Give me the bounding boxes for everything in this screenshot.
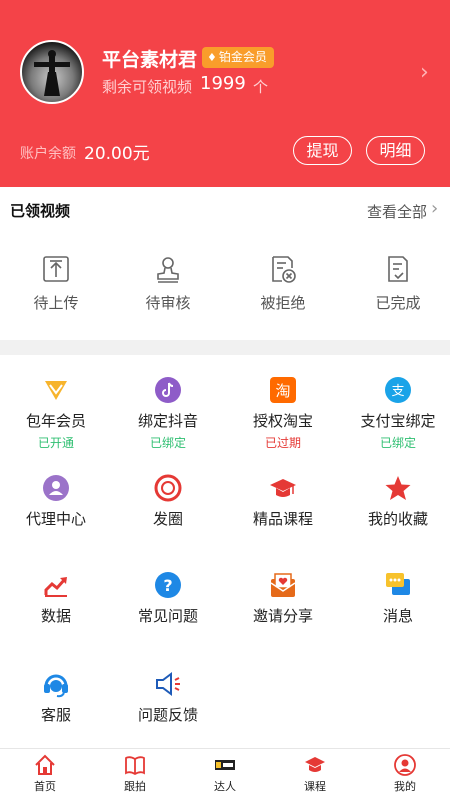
talent-icon [215,760,235,770]
status-completed[interactable]: 已完成 [342,254,450,313]
username: 平台素材君 [102,49,198,71]
status-rejected[interactable]: 被拒绝 [227,254,339,313]
vip-crown-icon [45,381,67,400]
vip-badge-label: 铂金会员 [218,50,267,64]
feature-messages[interactable]: 消息 [342,571,450,626]
bottom-nav: 首页 跟拍 达人 课程 我的 [0,748,450,800]
status-pending-upload[interactable]: 待上传 [0,254,112,313]
feature-bind-alipay[interactable]: 支 支付宝绑定 已绑定 [342,376,450,451]
feature-label: 支付宝绑定 [360,412,436,430]
chevron-right-icon[interactable]: › [431,198,438,219]
home-icon [35,754,55,775]
feature-data[interactable]: 数据 [0,571,112,626]
book-icon [125,756,145,776]
feature-label: 发圈 [152,510,183,528]
status-label: 待上传 [33,294,79,312]
agent-icon [43,475,69,501]
feature-label: 包年会员 [25,412,86,430]
feature-status: 已绑定 [379,436,416,450]
headset-icon [44,674,68,698]
feature-label: 数据 [40,607,71,625]
withdraw-button[interactable]: 提现 [293,136,352,165]
status-label: 已完成 [375,294,421,312]
feature-label: 消息 [382,607,413,625]
svg-text:淘: 淘 [275,382,290,400]
feature-moments[interactable]: 发圈 [112,474,224,529]
upload-icon [43,256,69,282]
nav-label: 课程 [304,780,326,793]
feature-status: 已过期 [264,436,301,450]
profile-page: 平台素材君 ♦ 铂金会员 剩余可领视频 1999 个 › 账户余额 20.00元… [0,0,450,800]
invite-mail-icon [270,573,296,597]
status-pending-review[interactable]: 待审核 [112,254,224,313]
remaining-unit: 个 [253,78,269,96]
nav-label: 我的 [394,780,416,793]
stamp-icon [157,257,179,283]
feature-status: 已开通 [37,436,74,450]
detail-button[interactable]: 明细 [366,136,425,165]
question-icon: ? [155,572,181,598]
feature-authorize-taobao[interactable]: 淘 授权淘宝 已过期 [227,376,339,451]
feature-label: 精品课程 [252,510,313,528]
feature-label: 代理中心 [25,510,86,528]
nav-courses[interactable]: 课程 [270,749,360,800]
feature-label: 客服 [40,706,71,724]
completed-doc-icon [388,256,408,282]
chevron-right-icon[interactable]: › [420,60,429,85]
feature-faq[interactable]: ? 常见问题 [112,571,224,626]
star-icon [385,476,411,500]
message-icon [386,573,410,595]
svg-text:?: ? [163,576,172,595]
feature-label: 邀请分享 [252,607,313,625]
status-label: 待审核 [145,294,191,312]
status-label: 被拒绝 [260,294,306,312]
alipay-icon: 支 [385,377,411,403]
nav-label: 跟拍 [124,780,146,793]
feature-invite-share[interactable]: 邀请分享 [227,571,339,626]
profile-icon [394,754,416,776]
feature-bind-douyin[interactable]: 绑定抖音 已绑定 [112,376,224,451]
nav-label: 达人 [214,780,236,793]
feature-label: 授权淘宝 [252,412,313,430]
feature-label: 绑定抖音 [137,412,198,430]
feature-premium-courses[interactable]: 精品课程 [227,474,339,529]
profile-header: 平台素材君 ♦ 铂金会员 剩余可领视频 1999 个 › 账户余额 20.00元… [0,0,450,187]
feature-label: 问题反馈 [137,706,198,724]
rejected-doc-icon [272,256,296,283]
douyin-icon [155,377,181,403]
view-all-link[interactable]: 查看全部 [367,201,427,222]
svg-text:支: 支 [391,384,404,399]
speaker-icon [156,672,180,696]
feature-label: 常见问题 [137,607,198,625]
nav-mine[interactable]: 我的 [360,749,450,800]
avatar[interactable] [20,40,84,104]
vip-badge: ♦ 铂金会员 [202,47,274,68]
feature-label: 我的收藏 [367,510,428,528]
graduation-cap-icon [305,757,325,772]
balance-value: 20.00元 [84,144,150,164]
nav-talent[interactable]: 达人 [180,749,270,800]
remaining-label: 剩余可领视频 [102,78,193,96]
feature-customer-service[interactable]: 客服 [0,670,112,725]
remaining-count: 1999 [200,73,246,94]
nav-follow-shoot[interactable]: 跟拍 [90,749,180,800]
chart-icon [44,577,67,597]
feature-my-favorites[interactable]: 我的收藏 [342,474,450,529]
feature-feedback[interactable]: 问题反馈 [112,670,224,725]
graduation-cap-icon [270,479,296,497]
feature-status: 已绑定 [149,436,186,450]
taobao-icon: 淘 [270,377,296,403]
balance-label: 账户余额 [20,146,76,162]
section-divider [0,340,450,355]
nav-home[interactable]: 首页 [0,749,90,800]
diamond-icon: ♦ [207,51,217,64]
feature-agent-center[interactable]: 代理中心 [0,474,112,529]
claimed-videos-title: 已领视频 [10,202,71,220]
nav-label: 首页 [34,780,56,793]
moments-icon [154,474,182,502]
feature-annual-vip[interactable]: 包年会员 已开通 [0,376,112,451]
